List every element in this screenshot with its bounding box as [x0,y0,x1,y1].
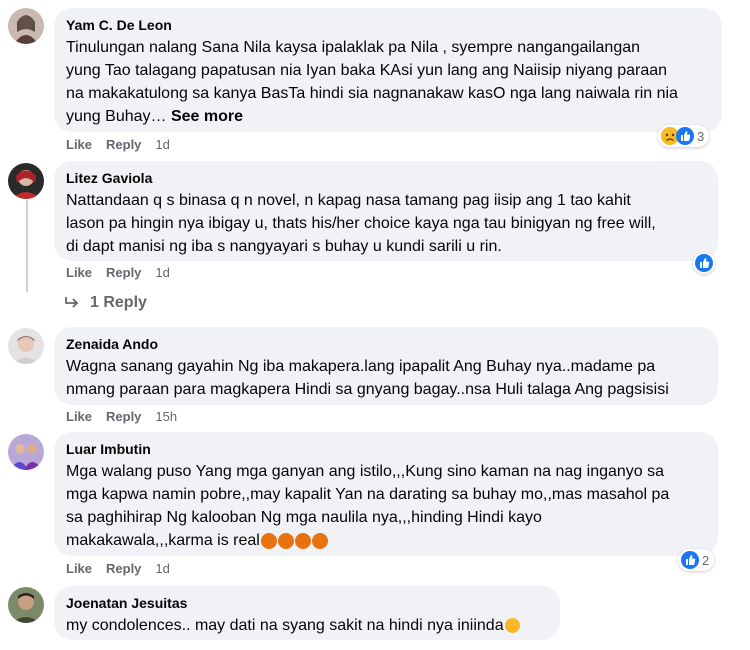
avatar[interactable] [8,434,44,470]
like-button[interactable]: Like [66,561,92,576]
reaction-count: 2 [702,552,710,568]
comment-text: my condolences.. may dati na syang sakit… [66,614,548,637]
reply-button[interactable]: Reply [106,137,141,152]
commenter-name[interactable]: Luar Imbutin [66,440,706,458]
commenter-name[interactable]: Zenaida Ando [66,335,706,353]
sad-emoji-icon [504,618,520,634]
reply-arrow-icon [64,296,80,315]
reaction-summary[interactable]: 3 [658,125,710,147]
avatar[interactable] [8,587,44,623]
like-reaction-icon [676,127,694,145]
comment-bubble: Litez Gaviola Nattandaan q s binasa q n … [54,161,718,261]
reaction-count: 3 [697,128,705,144]
comment-bubble: Luar Imbutin Mga walang puso Yang mga ga… [54,432,718,556]
timestamp[interactable]: 1d [155,265,169,280]
avatar[interactable] [8,328,44,364]
comment-text: Tinulungan nalang Sana Nila kaysa ipalak… [66,39,678,125]
like-reaction-icon [695,254,713,272]
angry-emoji-icon [277,532,294,549]
comment-actions: Like Reply 1d [66,265,170,280]
comment-text: Wagna sanang gayahin Ng iba makapera.lan… [66,358,669,398]
comment-actions: Like Reply 1d [66,561,170,576]
commenter-name[interactable]: Litez Gaviola [66,169,706,187]
commenter-name[interactable]: Joenatan Jesuitas [66,594,548,612]
comment-bubble: Yam C. De Leon Tinulungan nalang Sana Ni… [54,8,722,132]
see-more-link[interactable]: See more [171,108,243,125]
avatar[interactable] [8,8,44,44]
like-button[interactable]: Like [66,409,92,424]
comment-actions: Like Reply 1d [66,137,170,152]
view-replies-link[interactable]: 1 Reply [65,294,147,312]
reply-button[interactable]: Reply [106,265,141,280]
reaction-summary[interactable]: 2 [678,549,715,571]
angry-emoji-icon [294,532,311,549]
comment-text: Mga walang puso Yang mga ganyan ang isti… [66,463,670,549]
comment-text: Nattandaan q s binasa q n novel, n kapag… [66,192,656,255]
timestamp[interactable]: 1d [155,561,169,576]
like-reaction-icon [681,551,699,569]
reply-button[interactable]: Reply [106,561,141,576]
like-button[interactable]: Like [66,137,92,152]
comment-bubble: Joenatan Jesuitas my condolences.. may d… [54,586,560,640]
reaction-summary[interactable] [693,252,715,274]
like-button[interactable]: Like [66,265,92,280]
timestamp[interactable]: 1d [155,137,169,152]
timestamp[interactable]: 15h [155,409,177,424]
angry-emoji-icon [260,532,277,549]
commenter-name[interactable]: Yam C. De Leon [66,16,710,34]
reply-button[interactable]: Reply [106,409,141,424]
comment-bubble: Zenaida Ando Wagna sanang gayahin Ng iba… [54,327,718,405]
comment-actions: Like Reply 15h [66,409,177,424]
angry-emoji-icon [311,532,328,549]
reply-thread-line [26,200,28,292]
avatar[interactable] [8,163,44,199]
